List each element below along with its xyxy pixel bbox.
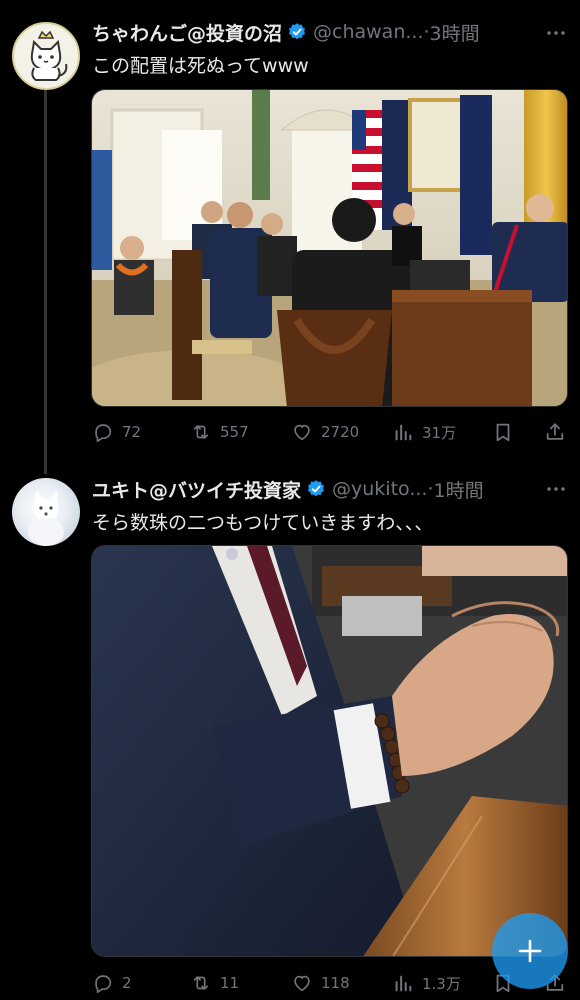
share-button[interactable]	[544, 417, 574, 447]
repost-button[interactable]: 557	[190, 417, 249, 447]
thread-connector-line	[44, 90, 47, 474]
bookmark-icon	[492, 421, 514, 443]
like-button[interactable]: 2720	[291, 417, 359, 447]
repost-count: 11	[220, 974, 240, 992]
tweet-actions: 2 11 118 1.3万	[92, 968, 568, 998]
more-icon[interactable]	[544, 477, 568, 501]
tweet-header: ユキト@バツイチ投資家 @yukito... · 1時間	[92, 474, 532, 504]
views-button[interactable]: 1.3万	[392, 968, 461, 998]
verified-badge-icon	[306, 479, 326, 499]
views-count: 1.3万	[422, 974, 461, 993]
cat-illustration-avatar-icon[interactable]	[12, 22, 80, 90]
reply-count: 72	[122, 423, 142, 441]
repost-icon	[190, 421, 212, 443]
tweet-text: この配置は死ぬってwww	[92, 55, 309, 77]
repost-icon	[190, 972, 212, 994]
like-icon	[291, 421, 313, 443]
views-icon	[392, 972, 414, 994]
display-name[interactable]: ちゃわんご@投資の沼	[92, 19, 282, 46]
like-count: 2720	[321, 423, 360, 441]
reply-button[interactable]: 72	[92, 417, 141, 447]
compose-button[interactable]	[492, 913, 568, 989]
tweet-text: そら数珠の二つもつけていきますわ、、、	[92, 512, 434, 534]
reply-button[interactable]: 2	[92, 968, 132, 998]
display-name[interactable]: ユキト@バツイチ投資家	[92, 476, 301, 503]
photo-hands-with-bead-bracelet-icon[interactable]	[91, 545, 568, 957]
views-icon	[392, 421, 414, 443]
repost-button[interactable]: 11	[190, 968, 239, 998]
photo-oval-office-meeting-icon[interactable]	[91, 89, 568, 407]
bookmark-button[interactable]	[492, 417, 522, 447]
views-button[interactable]: 31万	[392, 417, 456, 447]
like-icon	[291, 972, 313, 994]
tweet-actions: 72 557 2720 31万	[92, 417, 568, 447]
like-count: 118	[321, 974, 350, 992]
user-handle[interactable]: @chawan...	[313, 21, 423, 43]
more-icon[interactable]	[544, 21, 568, 45]
like-button[interactable]: 118	[291, 968, 350, 998]
reply-icon	[92, 421, 114, 443]
timestamp[interactable]: 1時間	[434, 476, 484, 503]
reply-count: 2	[122, 974, 132, 992]
repost-count: 557	[220, 423, 249, 441]
verified-badge-icon	[287, 22, 307, 42]
compose-plus-icon	[518, 939, 542, 963]
reply-icon	[92, 972, 114, 994]
tweet-header: ちゃわんご@投資の沼 @chawan... · 3時間	[92, 17, 532, 47]
share-icon	[544, 421, 566, 443]
views-count: 31万	[422, 423, 457, 442]
timestamp[interactable]: 3時間	[430, 19, 480, 46]
white-fox-avatar-icon[interactable]	[12, 478, 80, 546]
user-handle[interactable]: @yukito...	[332, 478, 427, 500]
